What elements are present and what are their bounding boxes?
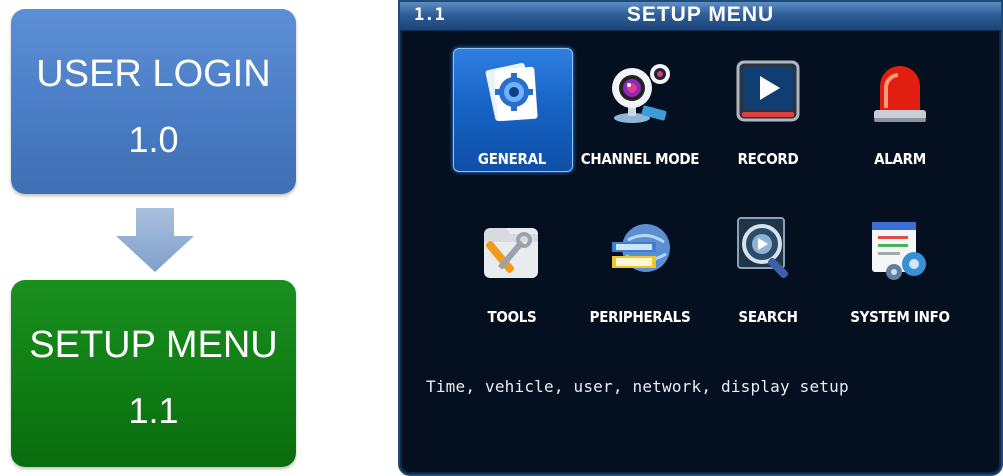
menu-item-channel-mode[interactable]: CHANNEL MODE [574, 54, 706, 186]
menu-label-search: SEARCH [738, 308, 798, 326]
record-play-icon [736, 60, 800, 122]
system-info-icon [872, 222, 926, 280]
flow-arrow-down-icon [116, 208, 194, 272]
menu-item-peripherals[interactable]: PERIPHERALS [574, 212, 706, 344]
menu-label-tools: TOOLS [487, 308, 537, 326]
menu-item-general[interactable]: GENERAL [446, 54, 578, 186]
setup-menu-title: SETUP MENU [29, 324, 278, 366]
selected-item-description: Time, vehicle, user, network, display se… [426, 377, 849, 396]
menu-item-alarm[interactable]: ALARM [834, 54, 966, 186]
user-login-number: 1.0 [128, 119, 179, 160]
setup-menu-screen: 1.1 SETUP MENU GENERAL CHANNEL MODE RECO… [398, 0, 1003, 476]
menu-label-record: RECORD [737, 150, 799, 168]
user-login-box: USER LOGIN 1.0 [11, 9, 296, 194]
menu-item-system-info[interactable]: SYSTEM INFO [834, 212, 966, 344]
menu-label-system-info: SYSTEM INFO [850, 308, 950, 326]
user-login-title: USER LOGIN [36, 53, 271, 95]
setup-menu-box: SETUP MENU 1.1 [11, 280, 296, 467]
title-bar: 1.1 SETUP MENU [400, 2, 1001, 31]
menu-label-general: GENERAL [477, 150, 547, 168]
menu-item-search[interactable]: SEARCH [702, 212, 834, 344]
menu-label-alarm: ALARM [874, 150, 926, 168]
tools-icon [484, 228, 538, 278]
menu-item-tools[interactable]: TOOLS [446, 212, 578, 344]
webcam-icon [612, 64, 670, 123]
menu-title: SETUP MENU [626, 3, 775, 26]
alarm-siren-icon [874, 66, 926, 122]
setup-menu-number: 1.1 [128, 390, 179, 431]
menu-item-record[interactable]: RECORD [702, 54, 834, 186]
peripherals-globe-icon [612, 224, 670, 272]
search-magnifier-icon [737, 217, 789, 279]
menu-label-channel-mode: CHANNEL MODE [580, 150, 700, 168]
general-settings-icon [485, 62, 538, 122]
menu-label-peripherals: PERIPHERALS [589, 308, 691, 326]
